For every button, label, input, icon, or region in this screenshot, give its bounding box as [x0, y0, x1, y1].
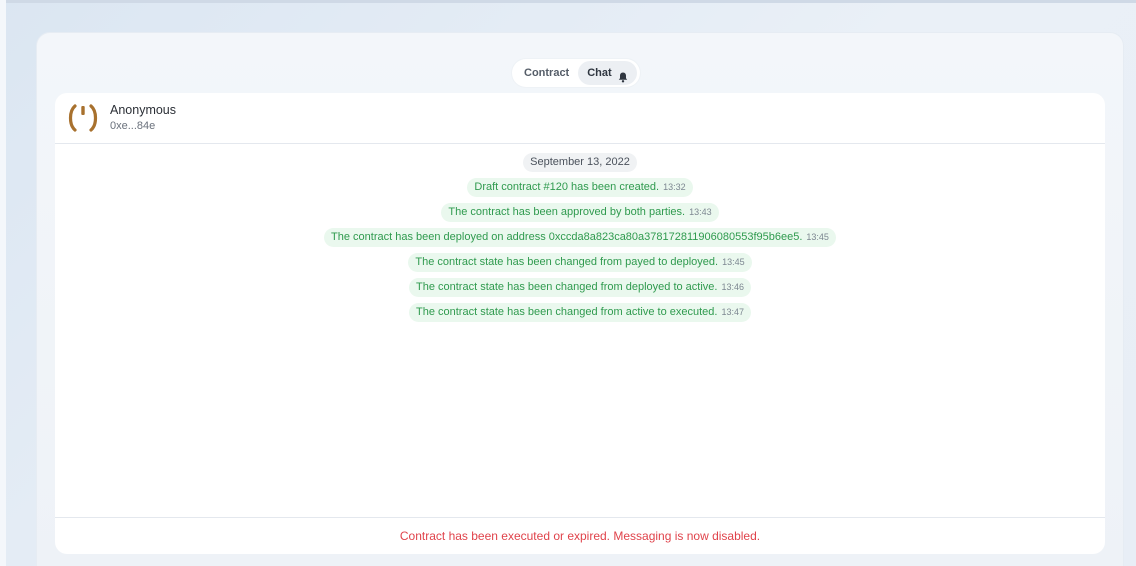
system-message: The contract state has been changed from… — [409, 303, 751, 322]
tab-chat[interactable]: Chat — [578, 61, 637, 85]
message-time: 13:46 — [721, 282, 744, 292]
chat-footer: Contract has been executed or expired. M… — [55, 517, 1105, 554]
message-time: 13:45 — [722, 257, 745, 267]
message-time: 13:47 — [721, 307, 744, 317]
bell-icon — [618, 68, 628, 82]
chat-header: Anonymous 0xe...84e — [55, 93, 1105, 144]
contact-name: Anonymous — [110, 103, 177, 117]
tab-chat-label: Chat — [587, 67, 612, 79]
message-text: The contract has been deployed on addres… — [331, 231, 803, 243]
message-text: The contract has been approved by both p… — [448, 206, 686, 218]
tab-contract[interactable]: Contract — [515, 61, 578, 85]
avatar-icon — [67, 102, 99, 134]
message-time: 13:32 — [663, 182, 686, 192]
page-top-bar — [0, 0, 1136, 3]
view-tabs: Contract Chat — [512, 59, 640, 87]
date-separator: September 13, 2022 — [523, 153, 637, 172]
system-message: The contract has been deployed on addres… — [324, 228, 836, 247]
message-time: 13:45 — [806, 232, 829, 242]
message-text: The contract state has been changed from… — [415, 256, 719, 268]
message-text: The contract state has been changed from… — [416, 281, 718, 293]
system-message: The contract has been approved by both p… — [441, 203, 719, 222]
message-time: 13:43 — [689, 207, 712, 217]
tab-contract-label: Contract — [524, 67, 570, 79]
messaging-disabled-notice: Contract has been executed or expired. M… — [399, 529, 761, 543]
left-edge-strip — [0, 0, 6, 566]
message-text: Draft contract #120 has been created. — [474, 181, 660, 193]
system-message: The contract state has been changed from… — [408, 253, 752, 272]
system-message: Draft contract #120 has been created. 13:… — [467, 178, 693, 197]
message-text: The contract state has been changed from… — [416, 306, 718, 318]
system-message: The contract state has been changed from… — [409, 278, 751, 297]
chat-card: Anonymous 0xe...84e September 13, 2022 D… — [55, 93, 1105, 554]
message-list: September 13, 2022 Draft contract #120 h… — [55, 153, 1105, 328]
contact-address: 0xe...84e — [110, 120, 156, 132]
